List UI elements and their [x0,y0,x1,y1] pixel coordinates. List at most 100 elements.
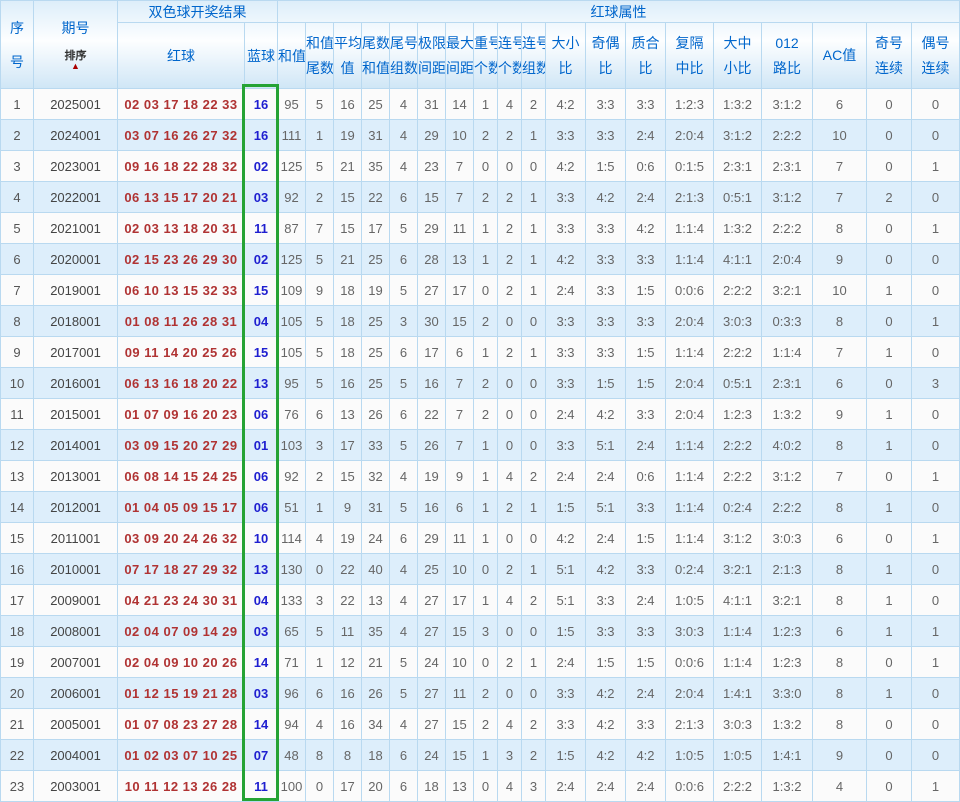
attr-cell: 4:2 [585,553,626,585]
attr-cell: 7 [445,429,474,461]
attr-cell: 2 [497,212,522,244]
attr-cell: 4 [389,460,418,492]
red-balls-cell: 02 03 17 18 22 33 [117,88,245,120]
attr-cell: 8 [812,212,867,244]
attr-cell: 3:3 [625,305,666,337]
attr-cell: 24 [417,739,446,771]
attr-cell: 15 [417,181,446,213]
attr-cell: 3:3 [545,429,586,461]
attr-cell: 7 [305,212,334,244]
attr-cell: 0 [866,646,912,678]
attr-cell: 25 [361,305,390,337]
attr-cell: 35 [361,150,390,182]
blue-ball-cell: 15 [244,336,278,368]
attr-cell: 25 [361,336,390,368]
attr-cell: 2 [521,584,546,616]
attr-cell: 1:1:4 [665,336,714,368]
attr-cell: 2:0:4 [665,305,714,337]
period-cell: 2007001 [33,646,118,678]
attr-cell: 3:3 [625,615,666,647]
attr-cell: 5 [389,274,418,306]
attr-cell: 2 [497,181,522,213]
blue-ball-cell: 06 [244,491,278,523]
attr-cell: 2:4 [545,646,586,678]
attr-cell: 1:5 [585,646,626,678]
attr-cell: 8 [812,646,867,678]
attr-cell: 1:3:2 [761,770,813,802]
attr-cell: 1:0:5 [665,739,714,771]
attr-cell: 130 [277,553,306,585]
attr-cell: 92 [277,181,306,213]
attr-cell: 0 [911,708,960,740]
attr-cell: 1 [521,553,546,585]
attr-cell: 3:1:2 [713,119,762,151]
attr-cell: 15 [333,181,362,213]
attr-cell: 29 [417,522,446,554]
blue-ball-cell: 11 [244,212,278,244]
col-header-attr: 偶号 连续 [911,22,960,89]
attr-cell: 1:5 [545,615,586,647]
attr-cell: 0 [911,739,960,771]
attr-cell: 6 [305,677,334,709]
attr-cell: 0:0:6 [665,274,714,306]
red-balls-cell: 06 13 15 17 20 21 [117,181,245,213]
attr-cell: 20 [361,770,390,802]
attr-cell: 3:3 [545,336,586,368]
attr-cell: 1:3:2 [761,398,813,430]
attr-cell: 22 [333,584,362,616]
attr-cell: 100 [277,770,306,802]
attr-cell: 2:4 [545,770,586,802]
attr-cell: 3:1:2 [761,460,813,492]
attr-cell: 2 [497,119,522,151]
col-header-attr: 极限 间距 [417,22,446,89]
attr-cell: 13 [361,584,390,616]
attr-cell: 5 [305,336,334,368]
attr-cell: 40 [361,553,390,585]
attr-cell: 103 [277,429,306,461]
period-cell: 2020001 [33,243,118,275]
attr-cell: 1:1:4 [665,429,714,461]
attr-cell: 2:4 [625,119,666,151]
table-row: 11 2015001 01 07 09 16 20 23 06 76 6 13 26 6 22 7 2… [0,398,960,430]
attr-cell: 3 [521,770,546,802]
sort-control[interactable]: 排序 ▲ [65,50,87,71]
attr-cell: 3 [911,367,960,399]
attr-cell: 6 [389,770,418,802]
attr-cell: 2:0:4 [665,367,714,399]
attr-cell: 2 [866,181,912,213]
attr-cell: 19 [333,522,362,554]
attr-cell: 0:0:6 [665,646,714,678]
attr-cell: 1 [866,677,912,709]
attr-cell: 3:3 [625,243,666,275]
red-balls-cell: 09 11 14 20 25 26 [117,336,245,368]
seq-cell: 18 [0,615,34,647]
attr-cell: 21 [361,646,390,678]
attr-cell: 0 [473,646,498,678]
period-cell: 2019001 [33,274,118,306]
attr-cell: 8 [812,677,867,709]
attr-cell: 24 [417,646,446,678]
attr-cell: 17 [445,274,474,306]
table-row: 22 2004001 01 02 03 07 10 25 07 48 8 8 18 6 24 15 1… [0,739,960,771]
table-row: 18 2008001 02 04 07 09 14 29 03 65 5 11 35 4 27 15… [0,615,960,647]
red-balls-cell: 01 04 05 09 15 17 [117,491,245,523]
col-header-period: 期号 排序 ▲ [33,0,118,89]
attr-cell: 1 [866,398,912,430]
attr-cell: 0:5:1 [713,367,762,399]
attr-cell: 1 [911,522,960,554]
blue-ball-cell: 03 [244,615,278,647]
attr-cell: 4:2 [585,739,626,771]
attr-cell: 5 [389,677,418,709]
attr-cell: 1 [473,429,498,461]
col-header-attr: 大中 小比 [713,22,762,89]
table-row: 9 2017001 09 11 14 20 25 26 15 105 5 18 25 6 17 6 1… [0,336,960,368]
attr-cell: 4:2 [585,677,626,709]
attr-cell: 3:2:1 [761,274,813,306]
attr-cell: 6 [812,88,867,120]
col-header-sum: 和值 [277,22,306,89]
attr-cell: 4 [389,615,418,647]
attr-cell: 31 [361,491,390,523]
red-balls-cell: 01 08 11 26 28 31 [117,305,245,337]
attr-cell: 7 [812,460,867,492]
attr-cell: 0:6 [625,460,666,492]
